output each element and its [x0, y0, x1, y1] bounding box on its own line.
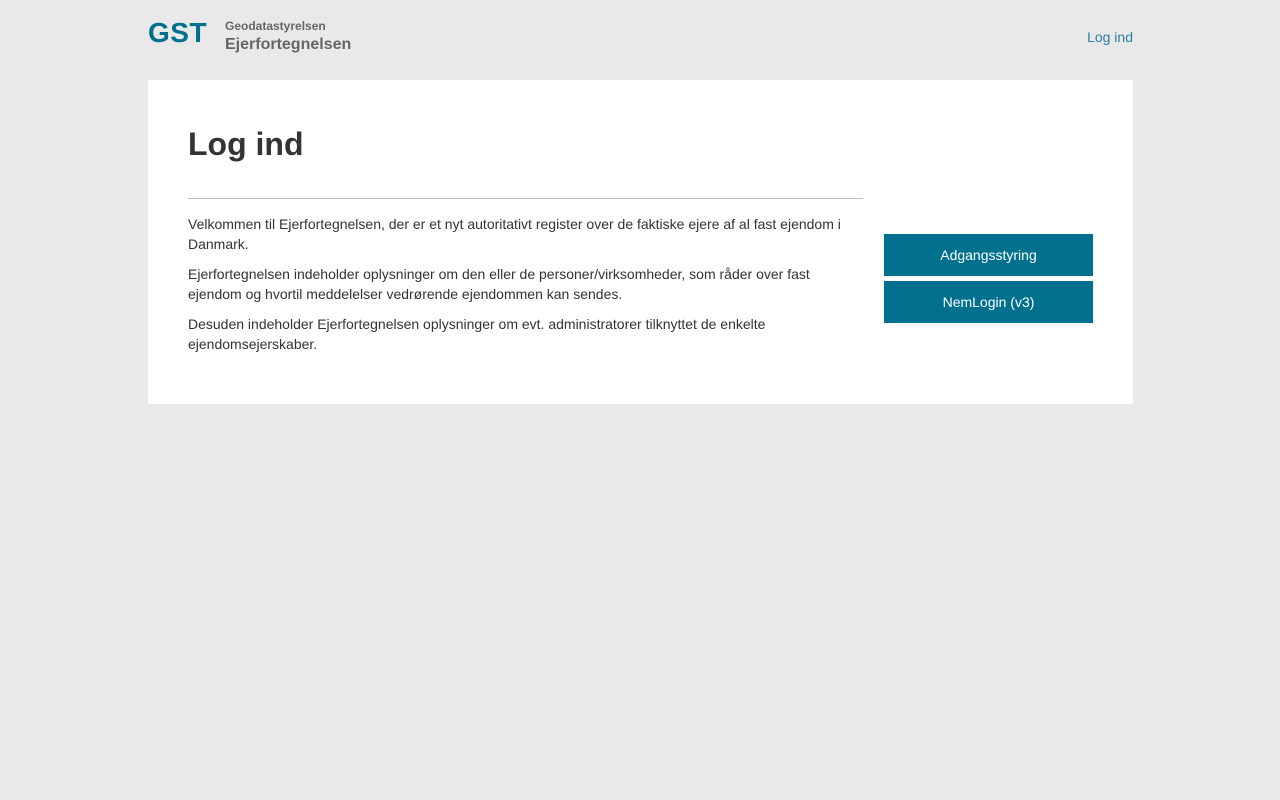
gst-logo[interactable]: GST	[148, 16, 207, 50]
header-login-link[interactable]: Log ind	[1087, 29, 1133, 45]
intro-text: Velkommen til Ejerfortegnelsen, der er e…	[188, 214, 863, 364]
site-header: GST Geodatastyrelsen Ejerfortegnelsen Lo…	[148, 0, 1133, 80]
intro-paragraph-1: Velkommen til Ejerfortegnelsen, der er e…	[188, 216, 841, 252]
login-card: Log ind Velkommen til Ejerfortegnelsen, …	[148, 80, 1133, 404]
intro-paragraph-2: Ejerfortegnelsen indeholder oplysninger …	[188, 266, 810, 302]
intro-paragraph-3: Desuden indeholder Ejerfortegnelsen oply…	[188, 316, 766, 352]
organization-name: Geodatastyrelsen	[225, 19, 326, 33]
access-control-button[interactable]: Adgangsstyring	[884, 234, 1093, 276]
page-title: Log ind	[188, 126, 304, 162]
app-name: Ejerfortegnelsen	[225, 36, 352, 53]
nemlogin-button[interactable]: NemLogin (v3)	[884, 281, 1093, 323]
title-divider	[188, 198, 863, 199]
